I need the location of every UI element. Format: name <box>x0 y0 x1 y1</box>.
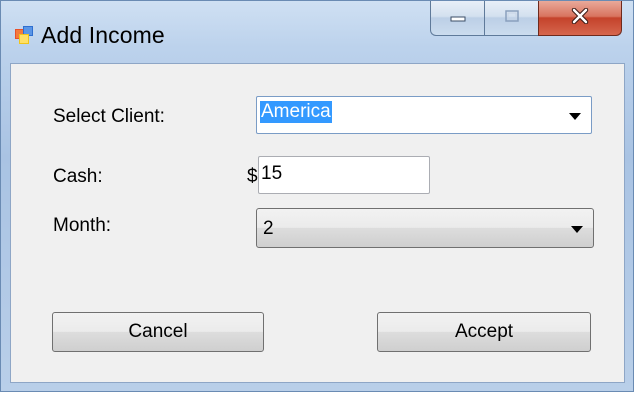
client-combobox[interactable]: America <box>256 96 592 134</box>
chevron-down-icon <box>571 226 583 233</box>
minimize-icon <box>450 9 466 27</box>
select-client-label: Select Client: <box>53 106 165 127</box>
month-dropdown-value: 2 <box>263 218 274 239</box>
window-title: Add Income <box>41 22 165 48</box>
accept-button[interactable]: Accept <box>377 312 591 352</box>
currency-symbol: $ <box>247 166 258 187</box>
close-button[interactable] <box>538 1 622 36</box>
add-income-window: Add Income Select Client: America Cash: … <box>0 0 634 392</box>
caption-buttons <box>430 1 622 37</box>
month-dropdown[interactable]: 2 <box>256 208 594 248</box>
app-form-icon <box>15 26 33 44</box>
close-icon <box>571 7 589 29</box>
cash-input[interactable]: 15 <box>258 156 430 194</box>
cancel-button[interactable]: Cancel <box>52 312 264 352</box>
maximize-button[interactable] <box>484 1 538 36</box>
chevron-down-icon <box>569 113 581 120</box>
minimize-button[interactable] <box>430 1 484 36</box>
cash-input-value: 15 <box>261 163 283 184</box>
form-body: Select Client: America Cash: $ 15 Month:… <box>10 63 625 383</box>
maximize-icon <box>504 9 519 27</box>
client-combobox-value: America <box>260 101 332 123</box>
title-bar[interactable]: Add Income <box>1 1 633 63</box>
cash-label: Cash: <box>53 166 103 187</box>
month-label: Month: <box>53 215 112 236</box>
